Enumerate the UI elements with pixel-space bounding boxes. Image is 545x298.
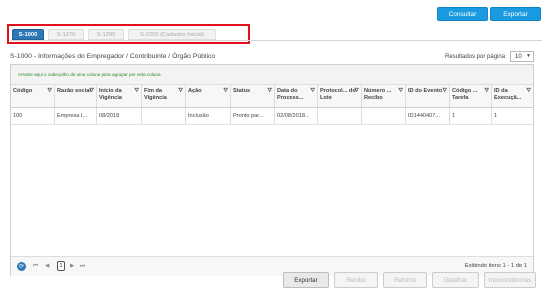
current-page[interactable]: 1	[57, 261, 65, 271]
results-per-page-label: Resultados por página	[445, 54, 506, 60]
cell-fim-vigencia	[142, 108, 186, 124]
group-hint-text: Arraste aqui o cabeçalho de uma coluna p…	[18, 72, 161, 77]
tab-s2200[interactable]: S-2200 (Cadastro Inicial)	[128, 29, 216, 40]
cell-id-evento: ID1440407...	[406, 108, 450, 124]
cell-codigo: 100	[11, 108, 55, 124]
refresh-icon[interactable]: ⟳	[17, 262, 26, 271]
last-page-icon[interactable]: ⏭	[80, 263, 85, 270]
column-header-inicio-vigencia[interactable]: Início da Vigência ⛛	[97, 85, 142, 107]
filter-icon[interactable]: ⛛	[526, 88, 531, 95]
filter-icon[interactable]: ⛛	[310, 88, 315, 95]
filter-icon[interactable]: ⛛	[47, 88, 52, 95]
cell-id-execucao: 1	[494, 113, 498, 119]
tab-s1295[interactable]: S-1295	[88, 29, 124, 40]
cell-codigo-tarefa: 1	[450, 108, 492, 124]
cell-acao: Inclusão	[186, 108, 231, 124]
tab-s1000[interactable]: S-1000	[12, 29, 44, 40]
exportar-top-button[interactable]: Exportar	[490, 7, 541, 21]
chevron-down-icon: ▼	[526, 53, 531, 59]
filter-icon[interactable]: ⛛	[134, 88, 139, 95]
column-header-codigo[interactable]: Código ⛛	[11, 85, 55, 107]
inconsistencias-button[interactable]: Inconsistências	[484, 272, 536, 288]
column-header-status[interactable]: Status ⛛	[231, 85, 275, 107]
column-header-acao[interactable]: Ação ⛛	[186, 85, 231, 107]
column-header-data-processamento[interactable]: Data do Process... ⛛	[275, 85, 318, 107]
cell-status: Pronto par...	[231, 108, 275, 124]
page-info: Exibindo itens 1 - 1 de 1	[464, 263, 527, 269]
results-per-page-select[interactable]: 10 ▼	[510, 51, 534, 62]
page-title: S-1000 - Informações do Empregador / Con…	[10, 53, 216, 60]
cell-protocolo-lote	[318, 108, 362, 124]
cell-numero-recibo	[362, 108, 406, 124]
tab-s1270[interactable]: S-1270	[48, 29, 84, 40]
next-page-icon[interactable]: ▶	[70, 263, 74, 269]
filter-icon[interactable]: ⛛	[484, 88, 489, 95]
filter-icon[interactable]: ⛛	[442, 88, 447, 95]
column-header-razao-social[interactable]: Razão social ⛛	[55, 85, 97, 107]
prev-page-icon[interactable]: ◀	[45, 263, 49, 269]
filter-icon[interactable]: ⛛	[89, 88, 94, 95]
column-header-numero-recibo[interactable]: Número ... Recibo ⛛	[362, 85, 406, 107]
consultar-button[interactable]: Consultar	[437, 7, 488, 21]
cell-data-processamento: 02/08/2018...	[275, 108, 318, 124]
column-header-codigo-tarefa[interactable]: Código ... Tarefa ⛛	[450, 85, 492, 107]
detalhar-button[interactable]: Detalhar	[432, 272, 479, 288]
grid-header: Código ⛛ Razão social ⛛ Início da Vigência…	[11, 85, 533, 108]
results-per-page-value: 10	[515, 53, 522, 60]
recibo-button[interactable]: Recibo	[334, 272, 378, 288]
cell-razao-social: Empresa I...	[55, 108, 97, 124]
filter-icon[interactable]: ⛛	[178, 88, 183, 95]
column-header-fim-vigencia[interactable]: Fim da Vigência ⛛	[142, 85, 186, 107]
group-drop-area[interactable]: Arraste aqui o cabeçalho de uma coluna p…	[11, 65, 533, 85]
filter-icon[interactable]: ⛛	[398, 88, 403, 95]
event-tabs: S-1000 S-1270 S-1295 S-2200 (Cadastro In…	[12, 29, 216, 40]
filter-icon[interactable]: ⛛	[354, 88, 359, 95]
column-header-id-execucao[interactable]: ID da Execuçã... ⛛	[492, 85, 533, 107]
filter-icon[interactable]: ⛛	[223, 88, 228, 95]
exportar-button[interactable]: Exportar	[283, 272, 329, 288]
events-grid: Arraste aqui o cabeçalho de uma coluna p…	[10, 64, 534, 276]
column-header-id-evento[interactable]: ID do Evento ⛛	[406, 85, 450, 107]
first-page-icon[interactable]: ⏮	[33, 263, 38, 270]
retorno-button[interactable]: Retorno	[383, 272, 427, 288]
tab-divider	[10, 40, 542, 41]
cell-inicio-vigencia: 08/2018	[97, 108, 142, 124]
filter-icon[interactable]: ⛛	[267, 88, 272, 95]
table-row[interactable]: 100 Empresa I... 08/2018 Inclusão Pronto…	[11, 108, 533, 125]
column-header-protocolo-lote[interactable]: Protocol... do Lote ⛛	[318, 85, 362, 107]
